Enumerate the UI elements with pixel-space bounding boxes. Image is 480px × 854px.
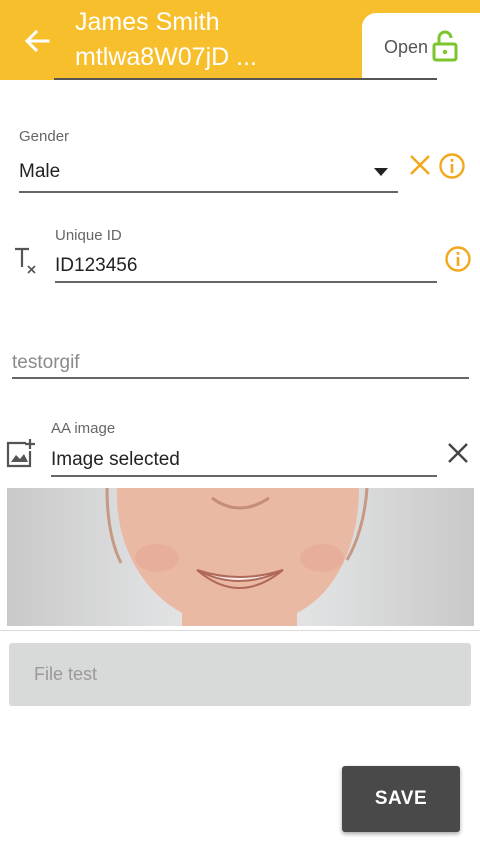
gender-select[interactable]: Male bbox=[19, 161, 60, 183]
previous-field-underline bbox=[54, 78, 437, 80]
unique-id-label: Unique ID bbox=[55, 227, 122, 244]
aa-image-label: AA image bbox=[51, 420, 116, 437]
text-field-icon bbox=[15, 247, 36, 274]
unique-id-underline bbox=[55, 281, 437, 283]
aa-image-underline bbox=[51, 475, 437, 477]
dropdown-arrow-icon[interactable] bbox=[374, 168, 388, 176]
gender-label: Gender bbox=[19, 128, 70, 145]
status-label: Open bbox=[384, 37, 429, 57]
record-title: James Smith bbox=[75, 8, 220, 36]
aa-image-value: Image selected bbox=[51, 449, 180, 470]
selected-image-preview bbox=[7, 488, 474, 626]
status-toggle[interactable]: Open bbox=[362, 13, 480, 80]
top-app-bar: James Smith mtlwa8W07jD ... Open bbox=[0, 0, 480, 80]
child-face-photo bbox=[105, 488, 369, 626]
unique-id-input[interactable]: ID123456 bbox=[55, 255, 137, 277]
gender-underline bbox=[19, 191, 398, 193]
add-image-icon[interactable] bbox=[6, 438, 36, 468]
testorgif-underline bbox=[12, 377, 469, 379]
remove-image-icon[interactable] bbox=[447, 442, 469, 464]
arrow-left-icon bbox=[24, 29, 50, 53]
section-divider bbox=[0, 630, 480, 631]
save-button-label: SAVE bbox=[374, 788, 428, 809]
gender-info-icon[interactable] bbox=[438, 152, 466, 180]
file-test-field[interactable]: File test bbox=[9, 643, 471, 706]
clear-gender-icon[interactable] bbox=[408, 153, 432, 177]
file-test-label: File test bbox=[34, 664, 98, 684]
back-button[interactable] bbox=[22, 26, 52, 56]
save-button[interactable]: SAVE bbox=[342, 766, 460, 832]
unique-id-info-icon[interactable] bbox=[444, 245, 472, 273]
record-subtitle: mtlwa8W07jD ... bbox=[75, 43, 257, 71]
testorgif-input[interactable]: testorgif bbox=[12, 352, 80, 374]
unlocked-padlock-icon bbox=[432, 30, 458, 62]
